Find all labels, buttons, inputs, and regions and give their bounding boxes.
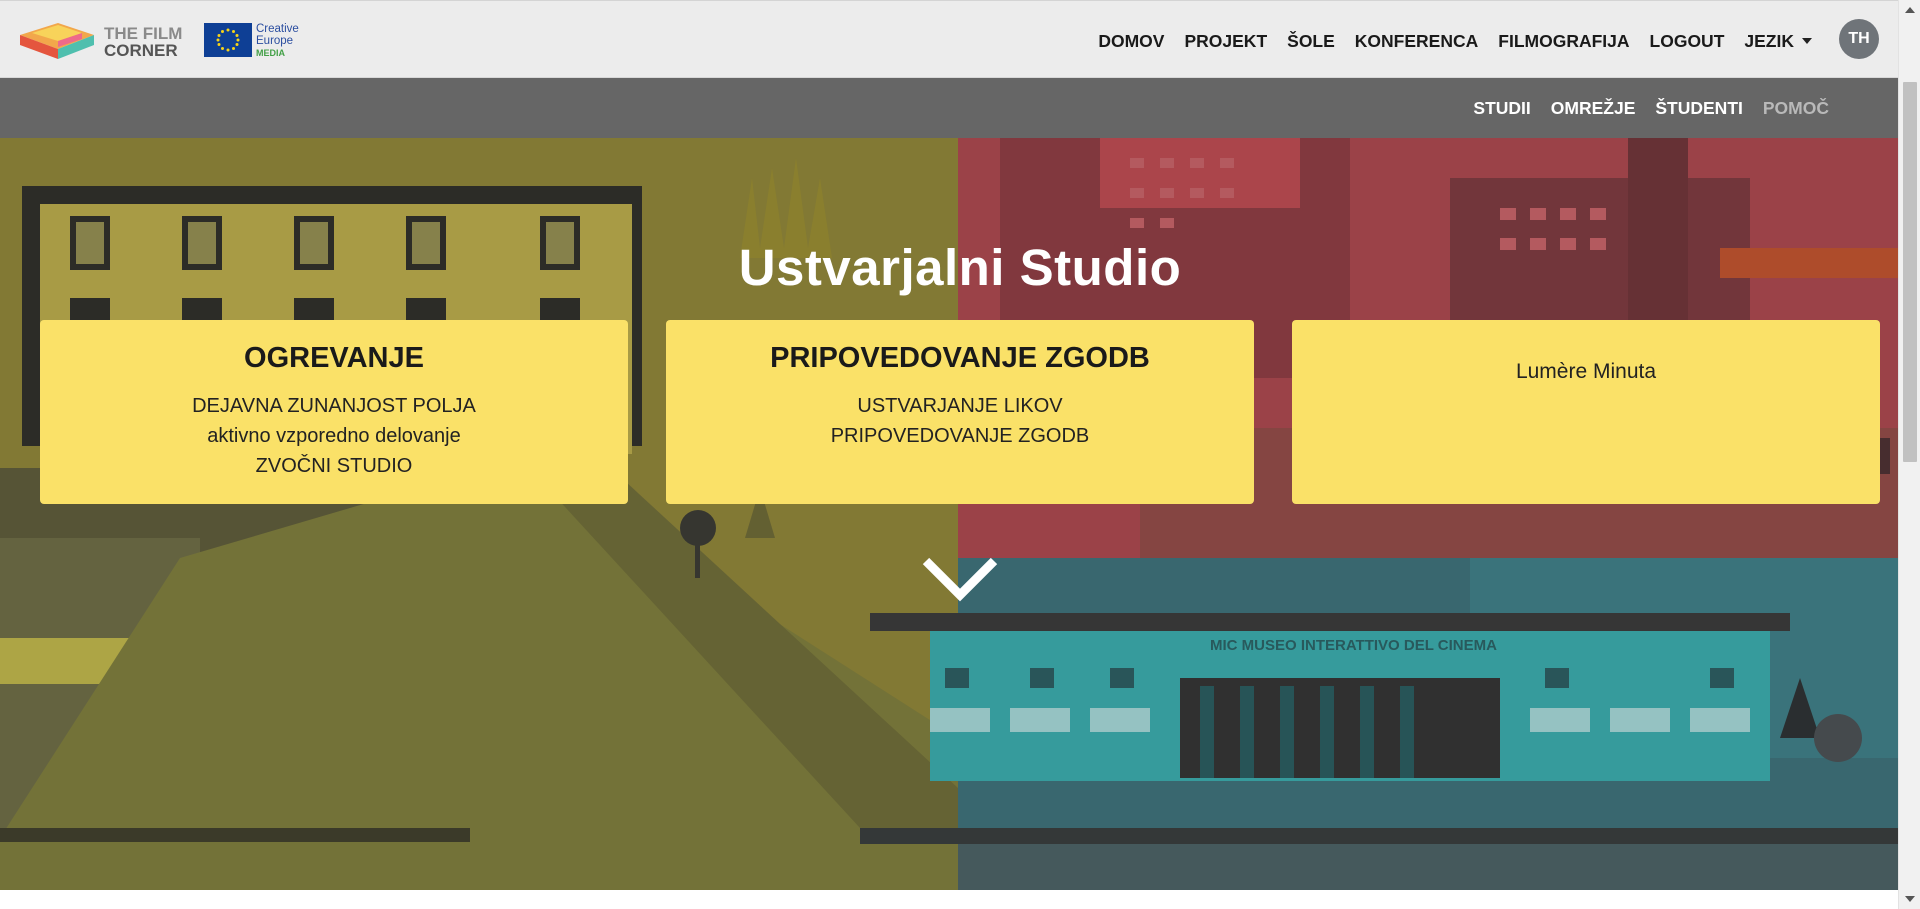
scroll-thumb[interactable] (1903, 82, 1917, 462)
card-line[interactable]: aktivno vzporedno delovanje (40, 421, 628, 451)
language-dropdown-label: JEZIK (1744, 31, 1794, 51)
hero-title: Ustvarjalni Studio (738, 239, 1182, 296)
nav-item-domov[interactable]: DOMOV (1098, 31, 1164, 52)
card-title: OGREVANJE (244, 342, 424, 374)
subnav-item-omrezje[interactable]: OMREŽJE (1551, 98, 1636, 119)
card-line[interactable]: DEJAVNA ZUNANJOST POLJA (40, 391, 628, 421)
nav-item-logout[interactable]: LOGOUT (1650, 31, 1725, 52)
card-title: PRIPOVEDOVANJE ZGODB (770, 342, 1150, 374)
card-ogrevanje[interactable]: OGREVANJE DEJAVNA ZUNANJOST POLJA aktivn… (40, 320, 628, 504)
nav-item-sole[interactable]: ŠOLE (1287, 31, 1335, 52)
subnav-item-pomoc[interactable]: POMOČ (1763, 98, 1829, 119)
eu-line-3: MEDIA (256, 48, 285, 58)
card-line[interactable]: ZVOČNI STUDIO (40, 451, 628, 481)
eu-line-2: Europe (256, 35, 294, 47)
subnav-item-studii[interactable]: STUDII (1473, 98, 1530, 119)
logo-text: THE FILM CORNER (104, 25, 184, 59)
creative-europe-logo[interactable]: Creative Europe MEDIA (204, 23, 324, 61)
scroll-up-icon[interactable] (1905, 7, 1915, 13)
card-line[interactable]: USTVARJANJE LIKOV (666, 391, 1254, 421)
sub-nav: STUDII OMREŽJE ŠTUDENTI POMOČ (1473, 98, 1829, 119)
hero-section: MIC MUSEO INTERATTIVO DEL CINEMA Ustvarj… (0, 138, 1898, 890)
card-lines: USTVARJANJE LIKOV PRIPOVEDOVANJE ZGODB (666, 391, 1254, 451)
main-nav: DOMOV PROJEKT ŠOLE KONFERENCA FILMOGRAFI… (1098, 31, 1812, 52)
caret-down-icon (1802, 38, 1812, 44)
user-avatar[interactable]: TH (1839, 19, 1879, 59)
film-corner-logo[interactable]: THE FILM CORNER (18, 19, 182, 63)
eu-text: Creative Europe MEDIA (256, 23, 299, 59)
eu-flag-icon (204, 23, 252, 57)
nav-item-konferenca[interactable]: KONFERENCA (1355, 31, 1478, 52)
subnav-item-studenti[interactable]: ŠTUDENTI (1655, 98, 1743, 119)
card-text[interactable]: Lumère Minuta (1292, 360, 1880, 384)
logo-line-2: CORNER (104, 41, 178, 60)
language-dropdown[interactable]: JEZIK (1744, 31, 1812, 52)
sub-navbar: STUDII OMREŽJE ŠTUDENTI POMOČ (0, 78, 1898, 138)
page-scrollbar[interactable] (1898, 0, 1920, 909)
eu-line-1: Creative (256, 23, 299, 35)
card-lumiere-minuta[interactable]: Lumère Minuta (1292, 320, 1880, 504)
nav-item-filmografija[interactable]: FILMOGRAFIJA (1498, 31, 1629, 52)
logo-line-1: THE FILM (104, 24, 183, 43)
card-lines: DEJAVNA ZUNANJOST POLJA aktivno vzporedn… (40, 391, 628, 481)
scroll-down-icon[interactable] (1905, 896, 1915, 902)
film-corner-logo-icon (20, 23, 94, 59)
card-pripovedovanje-zgodb[interactable]: PRIPOVEDOVANJE ZGODB USTVARJANJE LIKOV P… (666, 320, 1254, 504)
top-navbar: THE FILM CORNER Creative Europe MEDIA DO… (0, 0, 1898, 78)
nav-item-projekt[interactable]: PROJEKT (1184, 31, 1267, 52)
card-line[interactable]: PRIPOVEDOVANJE ZGODB (666, 421, 1254, 451)
chevron-down-icon[interactable] (922, 555, 998, 605)
